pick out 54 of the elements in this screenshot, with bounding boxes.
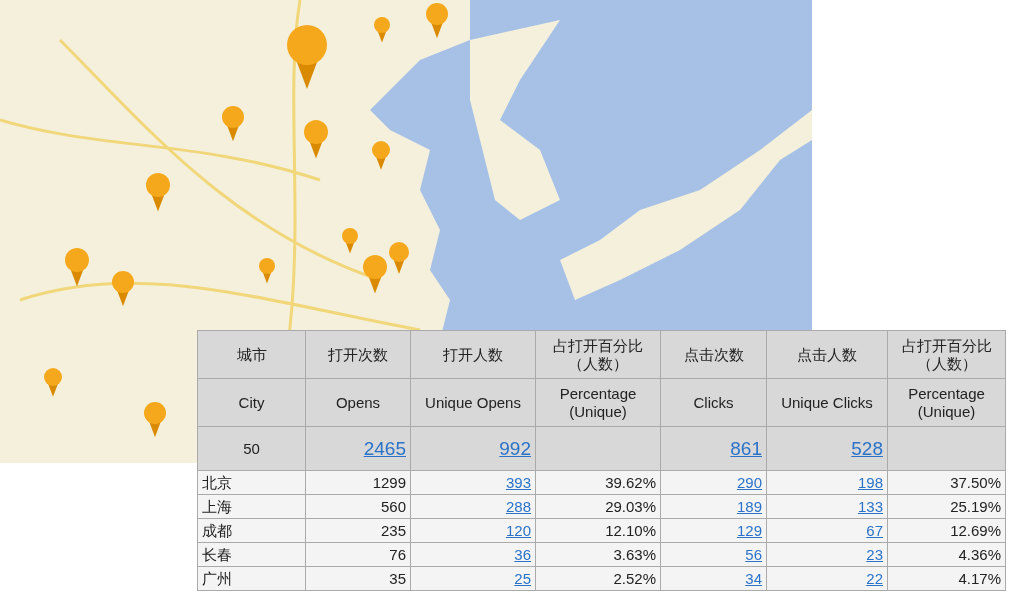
table-value: 12.10% xyxy=(605,521,656,539)
column-header: 城市 xyxy=(236,345,267,363)
count-link[interactable]: 56 xyxy=(745,545,762,563)
count-link[interactable]: 129 xyxy=(736,521,762,539)
count-link[interactable]: 290 xyxy=(736,473,762,491)
table-value: 76 xyxy=(389,545,406,563)
count-link[interactable]: 288 xyxy=(505,497,531,515)
count-link[interactable]: 992 xyxy=(499,437,531,459)
column-header: Unique Clicks xyxy=(781,393,873,411)
count-link[interactable]: 861 xyxy=(730,437,762,459)
column-header: 占打开百分比（人数） xyxy=(553,337,643,372)
column-header: 占打开百分比（人数） xyxy=(901,337,992,372)
column-header: Opens xyxy=(335,393,381,411)
table-value: 2.52% xyxy=(613,569,656,587)
table-value: 4.17% xyxy=(958,569,1001,587)
table-value: 235 xyxy=(380,521,406,539)
table-value: 25.19% xyxy=(950,497,1001,515)
count-link[interactable]: 528 xyxy=(851,437,883,459)
count-link[interactable]: 198 xyxy=(857,473,883,491)
city-name: 北京 xyxy=(202,473,232,491)
count-link[interactable]: 2465 xyxy=(363,437,406,459)
city-name: 长春 xyxy=(202,545,232,563)
column-header: 打开人数 xyxy=(443,345,503,363)
count-link[interactable]: 36 xyxy=(514,545,531,563)
table-value: 12.69% xyxy=(950,521,1001,539)
count-link[interactable]: 25 xyxy=(514,569,531,587)
count-link[interactable]: 67 xyxy=(866,521,883,539)
column-header: 打开次数 xyxy=(328,345,388,363)
column-header: Percentage (Unique) xyxy=(908,385,985,420)
table-value: 1299 xyxy=(372,473,406,491)
column-header: 点击次数 xyxy=(683,345,744,363)
column-header: City xyxy=(238,393,265,411)
count-link[interactable]: 120 xyxy=(505,521,531,539)
total-count: 50 xyxy=(243,439,260,457)
count-link[interactable]: 34 xyxy=(745,569,762,587)
table-value: 4.36% xyxy=(958,545,1001,563)
table-value: 560 xyxy=(380,497,406,515)
table-value: 39.62% xyxy=(605,473,656,491)
city-name: 上海 xyxy=(202,497,232,515)
city-name: 成都 xyxy=(202,521,232,539)
table-value: 3.63% xyxy=(613,545,656,563)
table-value: 29.03% xyxy=(605,497,656,515)
table-value: 37.50% xyxy=(950,473,1001,491)
column-header: Unique Opens xyxy=(425,393,521,411)
city-name: 广州 xyxy=(202,569,232,587)
column-header: 点击人数 xyxy=(797,345,857,363)
count-link[interactable]: 189 xyxy=(736,497,762,515)
column-header: Clicks xyxy=(693,393,734,411)
table-value: 35 xyxy=(389,569,406,587)
count-link[interactable]: 22 xyxy=(866,569,883,587)
count-link[interactable]: 23 xyxy=(866,545,883,563)
count-link[interactable]: 393 xyxy=(505,473,531,491)
column-header: Percentage (Unique) xyxy=(559,385,637,420)
count-link[interactable]: 133 xyxy=(857,497,883,515)
